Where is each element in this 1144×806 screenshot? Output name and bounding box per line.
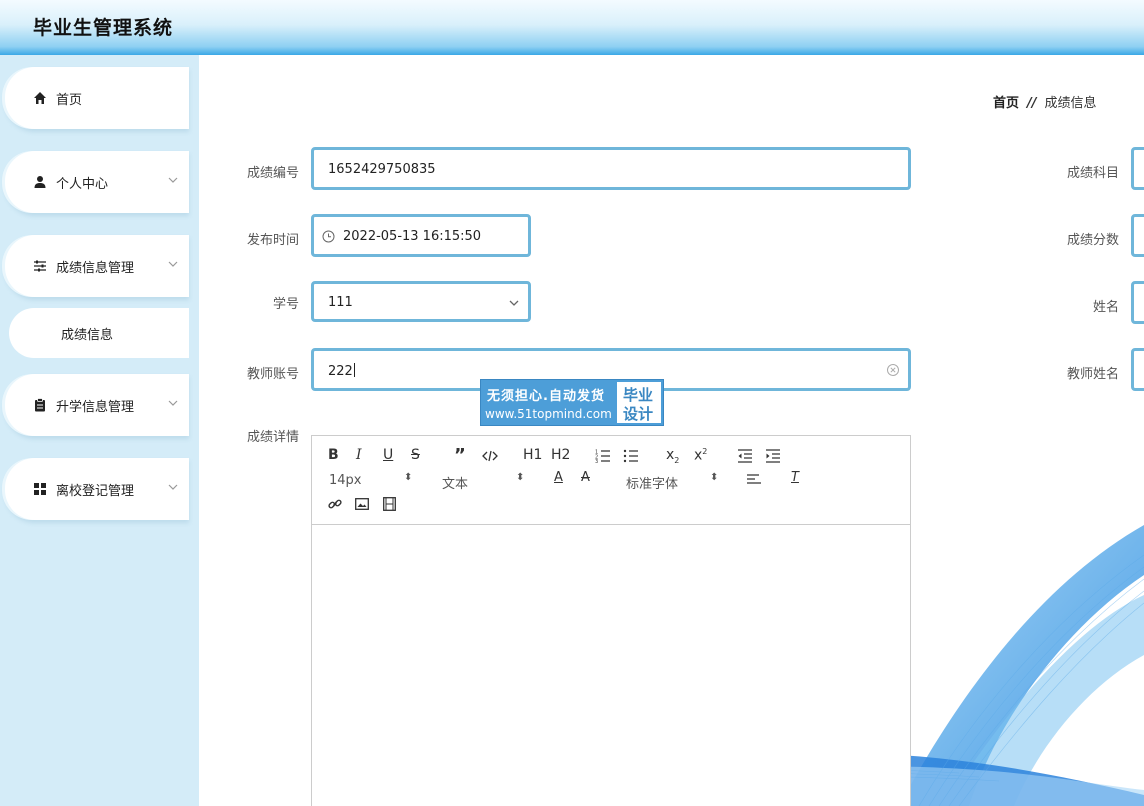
sidebar-item-label: 成绩信息管理 — [56, 261, 135, 276]
sidebar-item-personal-center[interactable]: 个人中心 — [5, 151, 189, 213]
app-header: 毕业生管理系统 — [0, 0, 1144, 55]
underline-icon[interactable]: U — [383, 447, 393, 463]
svg-text:3: 3 — [595, 459, 598, 463]
font-family-select[interactable]: 标准字体 — [626, 473, 678, 492]
teacher-account-label: 教师账号 — [246, 367, 299, 382]
sidebar-item-label: 升学信息管理 — [56, 400, 135, 415]
link-icon[interactable] — [328, 497, 342, 511]
teacher-name-input[interactable] — [1131, 348, 1144, 391]
text-type-select[interactable]: 文本 — [442, 473, 468, 492]
image-icon[interactable] — [355, 498, 369, 510]
superscript-icon[interactable]: x2 — [694, 447, 707, 464]
indent-icon[interactable] — [765, 449, 781, 463]
publish-time-picker[interactable]: 2022-05-13 16:15:50 — [311, 214, 531, 257]
name-label: 姓名 — [1092, 300, 1119, 315]
chevron-down-icon — [168, 400, 178, 406]
name-input[interactable] — [1131, 281, 1144, 324]
font-family-arrows-icon: ⬍ — [710, 472, 719, 483]
italic-icon[interactable]: I — [356, 447, 362, 463]
watermark-line1: 无须担心.自动发货 — [487, 389, 605, 404]
chevron-down-icon — [509, 300, 519, 306]
score-id-label: 成绩编号 — [246, 166, 299, 181]
align-icon[interactable] — [746, 474, 762, 486]
sidebar-item-label: 个人中心 — [56, 177, 109, 192]
ordered-list-icon[interactable]: 123 — [595, 449, 611, 463]
sidebar-item-leave-registration-management[interactable]: 离校登记管理 — [5, 458, 189, 520]
font-size-select[interactable]: 14px — [329, 473, 362, 488]
subscript-icon[interactable]: x2 — [666, 447, 679, 465]
code-block-icon[interactable] — [482, 450, 498, 462]
clear-icon[interactable] — [886, 363, 900, 377]
bold-icon[interactable]: B — [328, 447, 339, 463]
heading1-icon[interactable]: H1 — [523, 447, 542, 463]
editor-content-area[interactable] — [312, 526, 910, 806]
watermark-box: 毕业 设计 — [616, 381, 662, 424]
breadcrumb-current: 成绩信息 — [1044, 96, 1097, 111]
sidebar-item-further-study-management[interactable]: 升学信息管理 — [5, 374, 189, 436]
sidebar-item-score-management[interactable]: 成绩信息管理 — [5, 235, 189, 297]
grid-icon — [34, 483, 46, 495]
subject-label: 成绩科目 — [1066, 166, 1119, 181]
font-color-icon[interactable]: A — [554, 470, 563, 485]
heading2-icon[interactable]: H2 — [551, 447, 570, 463]
video-icon[interactable] — [383, 497, 396, 511]
watermark-overlay: 无须担心.自动发货 www.51topmind.com 毕业 设计 — [480, 379, 664, 426]
details-label: 成绩详情 — [246, 430, 299, 445]
app-title: 毕业生管理系统 — [33, 17, 174, 39]
bullet-list-icon[interactable] — [623, 449, 639, 463]
chevron-down-icon — [168, 261, 178, 267]
student-no-select[interactable]: 111 — [311, 281, 531, 322]
text-type-arrows-icon: ⬍ — [516, 472, 525, 483]
strikethrough-icon[interactable]: S — [411, 447, 420, 463]
sidebar-item-label: 离校登记管理 — [56, 484, 135, 499]
sidebar: 首页 个人中心 成绩信息管理 成绩信息 升学信息管理 离校登记管理 — [0, 55, 199, 806]
font-size-arrows-icon: ⬍ — [404, 472, 413, 483]
publish-time-value: 2022-05-13 16:15:50 — [343, 229, 482, 244]
breadcrumb: 首页 // 成绩信息 — [993, 92, 1097, 111]
heading2-label: H2 — [551, 447, 571, 463]
score-id-value: 1652429750835 — [328, 162, 436, 177]
score-id-input[interactable]: 1652429750835 — [311, 147, 911, 190]
score-input[interactable] — [1131, 214, 1144, 257]
subject-input[interactable] — [1131, 147, 1144, 190]
breadcrumb-separator: // — [1027, 96, 1037, 111]
watermark-line2: www.51topmind.com — [485, 407, 612, 421]
sidebar-subitem-score-info[interactable]: 成绩信息 — [9, 308, 189, 358]
chevron-down-icon — [168, 484, 178, 490]
student-no-label: 学号 — [272, 297, 299, 312]
sidebar-item-label: 首页 — [56, 93, 83, 108]
background-color-icon[interactable]: A — [581, 470, 590, 485]
score-label: 成绩分数 — [1066, 233, 1119, 248]
user-icon — [34, 176, 46, 188]
editor-toolbar: B I U S ” H1 H2 123 x2 x2 14px ⬍ 文本 ⬍ A … — [312, 436, 910, 525]
sidebar-item-home[interactable]: 首页 — [5, 67, 189, 129]
sliders-icon — [34, 260, 46, 272]
publish-time-label: 发布时间 — [246, 233, 299, 248]
student-no-value: 111 — [328, 295, 353, 310]
breadcrumb-home-link[interactable]: 首页 — [993, 96, 1019, 111]
home-icon — [34, 92, 46, 104]
teacher-account-value: 222 — [328, 364, 353, 379]
sidebar-subitem-label: 成绩信息 — [61, 328, 114, 343]
heading1-label: H1 — [523, 447, 543, 463]
teacher-name-label: 教师姓名 — [1066, 367, 1119, 382]
chevron-down-icon — [168, 177, 178, 183]
rich-text-editor: B I U S ” H1 H2 123 x2 x2 14px ⬍ 文本 ⬍ A … — [311, 435, 911, 806]
clear-format-icon[interactable]: T — [791, 470, 799, 485]
blockquote-icon[interactable]: ” — [454, 445, 466, 466]
watermark-box-line1: 毕业 — [623, 386, 654, 404]
outdent-icon[interactable] — [737, 449, 753, 463]
text-cursor — [353, 363, 355, 377]
watermark-box-line2: 设计 — [623, 405, 654, 423]
main-content: 首页 // 成绩信息 成绩编号 1652429750835 发布时间 2022-05… — [199, 55, 1144, 806]
clipboard-icon — [35, 398, 45, 412]
clock-icon — [322, 230, 335, 243]
